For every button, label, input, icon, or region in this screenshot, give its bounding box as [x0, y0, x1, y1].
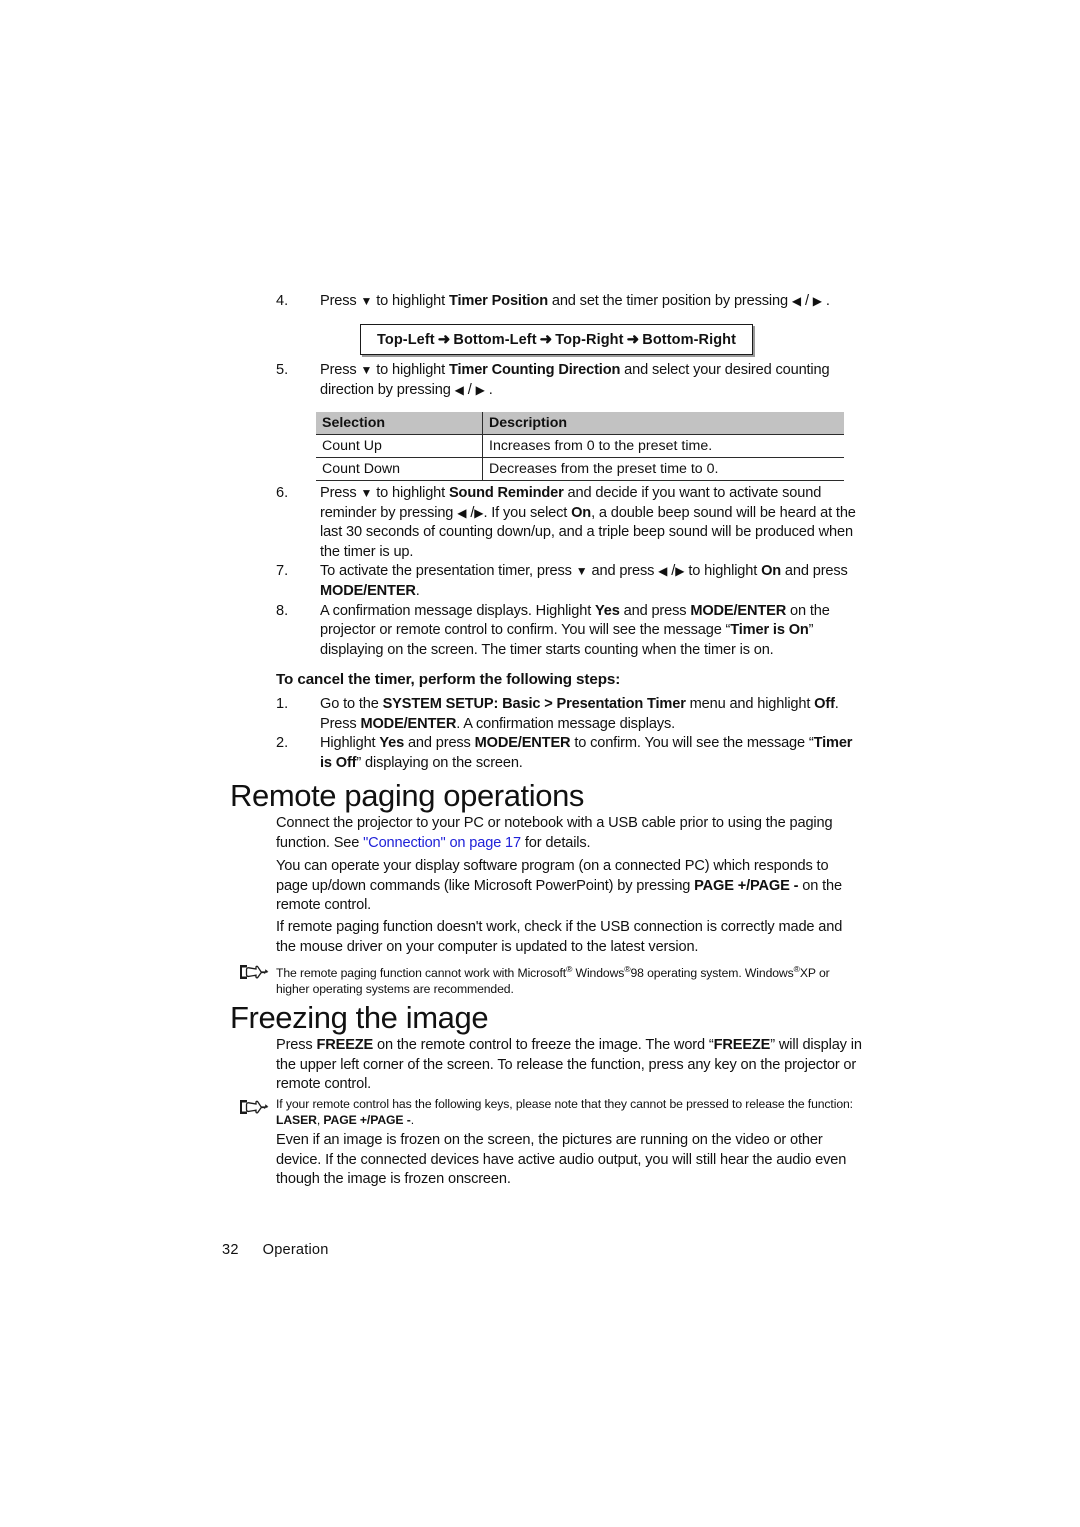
- footer-section-label: Operation: [262, 1242, 329, 1258]
- note-remote-paging: The remote paging function cannot work w…: [238, 962, 864, 997]
- freezing-paragraph-1: Press FREEZE on the remote control to fr…: [276, 1037, 862, 1093]
- page-footer: 32 Operation: [222, 1242, 329, 1258]
- arrow-right-icon-2: ➜: [539, 331, 553, 348]
- step-number: 8.: [276, 602, 289, 619]
- step-number: 7.: [276, 563, 289, 580]
- sequence-item-4: Bottom-Right: [642, 332, 737, 348]
- step-number: 2.: [276, 735, 289, 752]
- arrow-right-icon-3: ➜: [626, 331, 640, 348]
- step-number: 6.: [276, 485, 289, 501]
- step-list-top: 4. Press ▼ to highlight Timer Position a…: [276, 292, 864, 312]
- arrow-right-icon-1: ➜: [437, 331, 451, 348]
- step-text: Press ▼ to highlight Timer Position and …: [320, 293, 830, 309]
- column-header-selection: Selection: [316, 412, 483, 435]
- cell-selection: Count Up: [316, 434, 483, 458]
- list-item: 1. Go to the SYSTEM SETUP: Basic > Prese…: [276, 695, 864, 734]
- step-text: Press ▼ to highlight Sound Reminder and …: [320, 485, 856, 560]
- freezing-paragraph-2: Even if an image is frozen on the screen…: [276, 1132, 847, 1188]
- note-text: The remote paging function cannot work w…: [276, 964, 830, 996]
- cancel-timer-subheading: To cancel the timer, perform the followi…: [276, 671, 621, 688]
- step-number: 1.: [276, 696, 289, 712]
- step-text: A confirmation message displays. Highlig…: [320, 602, 830, 658]
- step-text: Press ▼ to highlight Timer Counting Dire…: [320, 362, 830, 398]
- sequence-item-3: Top-Right: [555, 332, 624, 348]
- step-text: Go to the SYSTEM SETUP: Basic > Presenta…: [320, 696, 839, 732]
- list-item: 2. Highlight Yes and press MODE/ENTER to…: [276, 734, 864, 773]
- cell-description: Decreases from the preset time to 0.: [482, 457, 844, 481]
- page-number: 32: [222, 1242, 239, 1258]
- list-item: 6. Press ▼ to highlight Sound Reminder a…: [276, 484, 864, 562]
- remote-paging-paragraph-3: If remote paging function doesn't work, …: [276, 919, 843, 955]
- step-number: 4.: [276, 293, 289, 309]
- heading-remote-paging: Remote paging operations: [230, 778, 585, 813]
- remote-paging-paragraph-1: Connect the projector to your PC or note…: [276, 815, 833, 851]
- step-text: Highlight Yes and press MODE/ENTER to co…: [320, 735, 853, 771]
- step-list-mid: 5. Press ▼ to highlight Timer Counting D…: [276, 361, 864, 400]
- list-item: 4. Press ▼ to highlight Timer Position a…: [276, 292, 864, 312]
- cell-selection: Count Down: [316, 457, 483, 481]
- pointing-hand-icon: [238, 962, 276, 986]
- counting-direction-table: Selection Description Count Up Increases…: [316, 412, 844, 481]
- pointing-hand-icon: [238, 1097, 276, 1121]
- list-item: 8. A confirmation message displays. High…: [276, 602, 864, 661]
- cancel-step-list: 1. Go to the SYSTEM SETUP: Basic > Prese…: [276, 695, 864, 773]
- table-header-row: Selection Description: [316, 412, 844, 435]
- step-text: To activate the presentation timer, pres…: [320, 563, 848, 599]
- manual-page: 4. Press ▼ to highlight Timer Position a…: [0, 0, 1080, 1527]
- heading-freezing-image: Freezing the image: [230, 1000, 489, 1035]
- list-item: 7. To activate the presentation timer, p…: [276, 562, 864, 601]
- table-row: Count Down Decreases from the preset tim…: [316, 457, 844, 481]
- cell-description: Increases from 0 to the preset time.: [482, 434, 844, 458]
- sequence-item-1: Top-Left: [377, 332, 435, 348]
- step-list-bottom: 6. Press ▼ to highlight Sound Reminder a…: [276, 484, 864, 660]
- note-freezing: If your remote control has the following…: [238, 1097, 864, 1128]
- remote-paging-paragraph-2: You can operate your display software pr…: [276, 858, 842, 914]
- sequence-item-2: Bottom-Left: [453, 332, 537, 348]
- column-header-description: Description: [482, 412, 844, 435]
- timer-position-sequence-box: Top-Left ➜ Bottom-Left ➜ Top-Right ➜ Bottom-Ri…: [360, 324, 754, 355]
- note-text: If your remote control has the following…: [276, 1097, 853, 1127]
- step-number: 5.: [276, 362, 289, 378]
- list-item: 5. Press ▼ to highlight Timer Counting D…: [276, 361, 864, 400]
- table-row: Count Up Increases from 0 to the preset …: [316, 434, 844, 458]
